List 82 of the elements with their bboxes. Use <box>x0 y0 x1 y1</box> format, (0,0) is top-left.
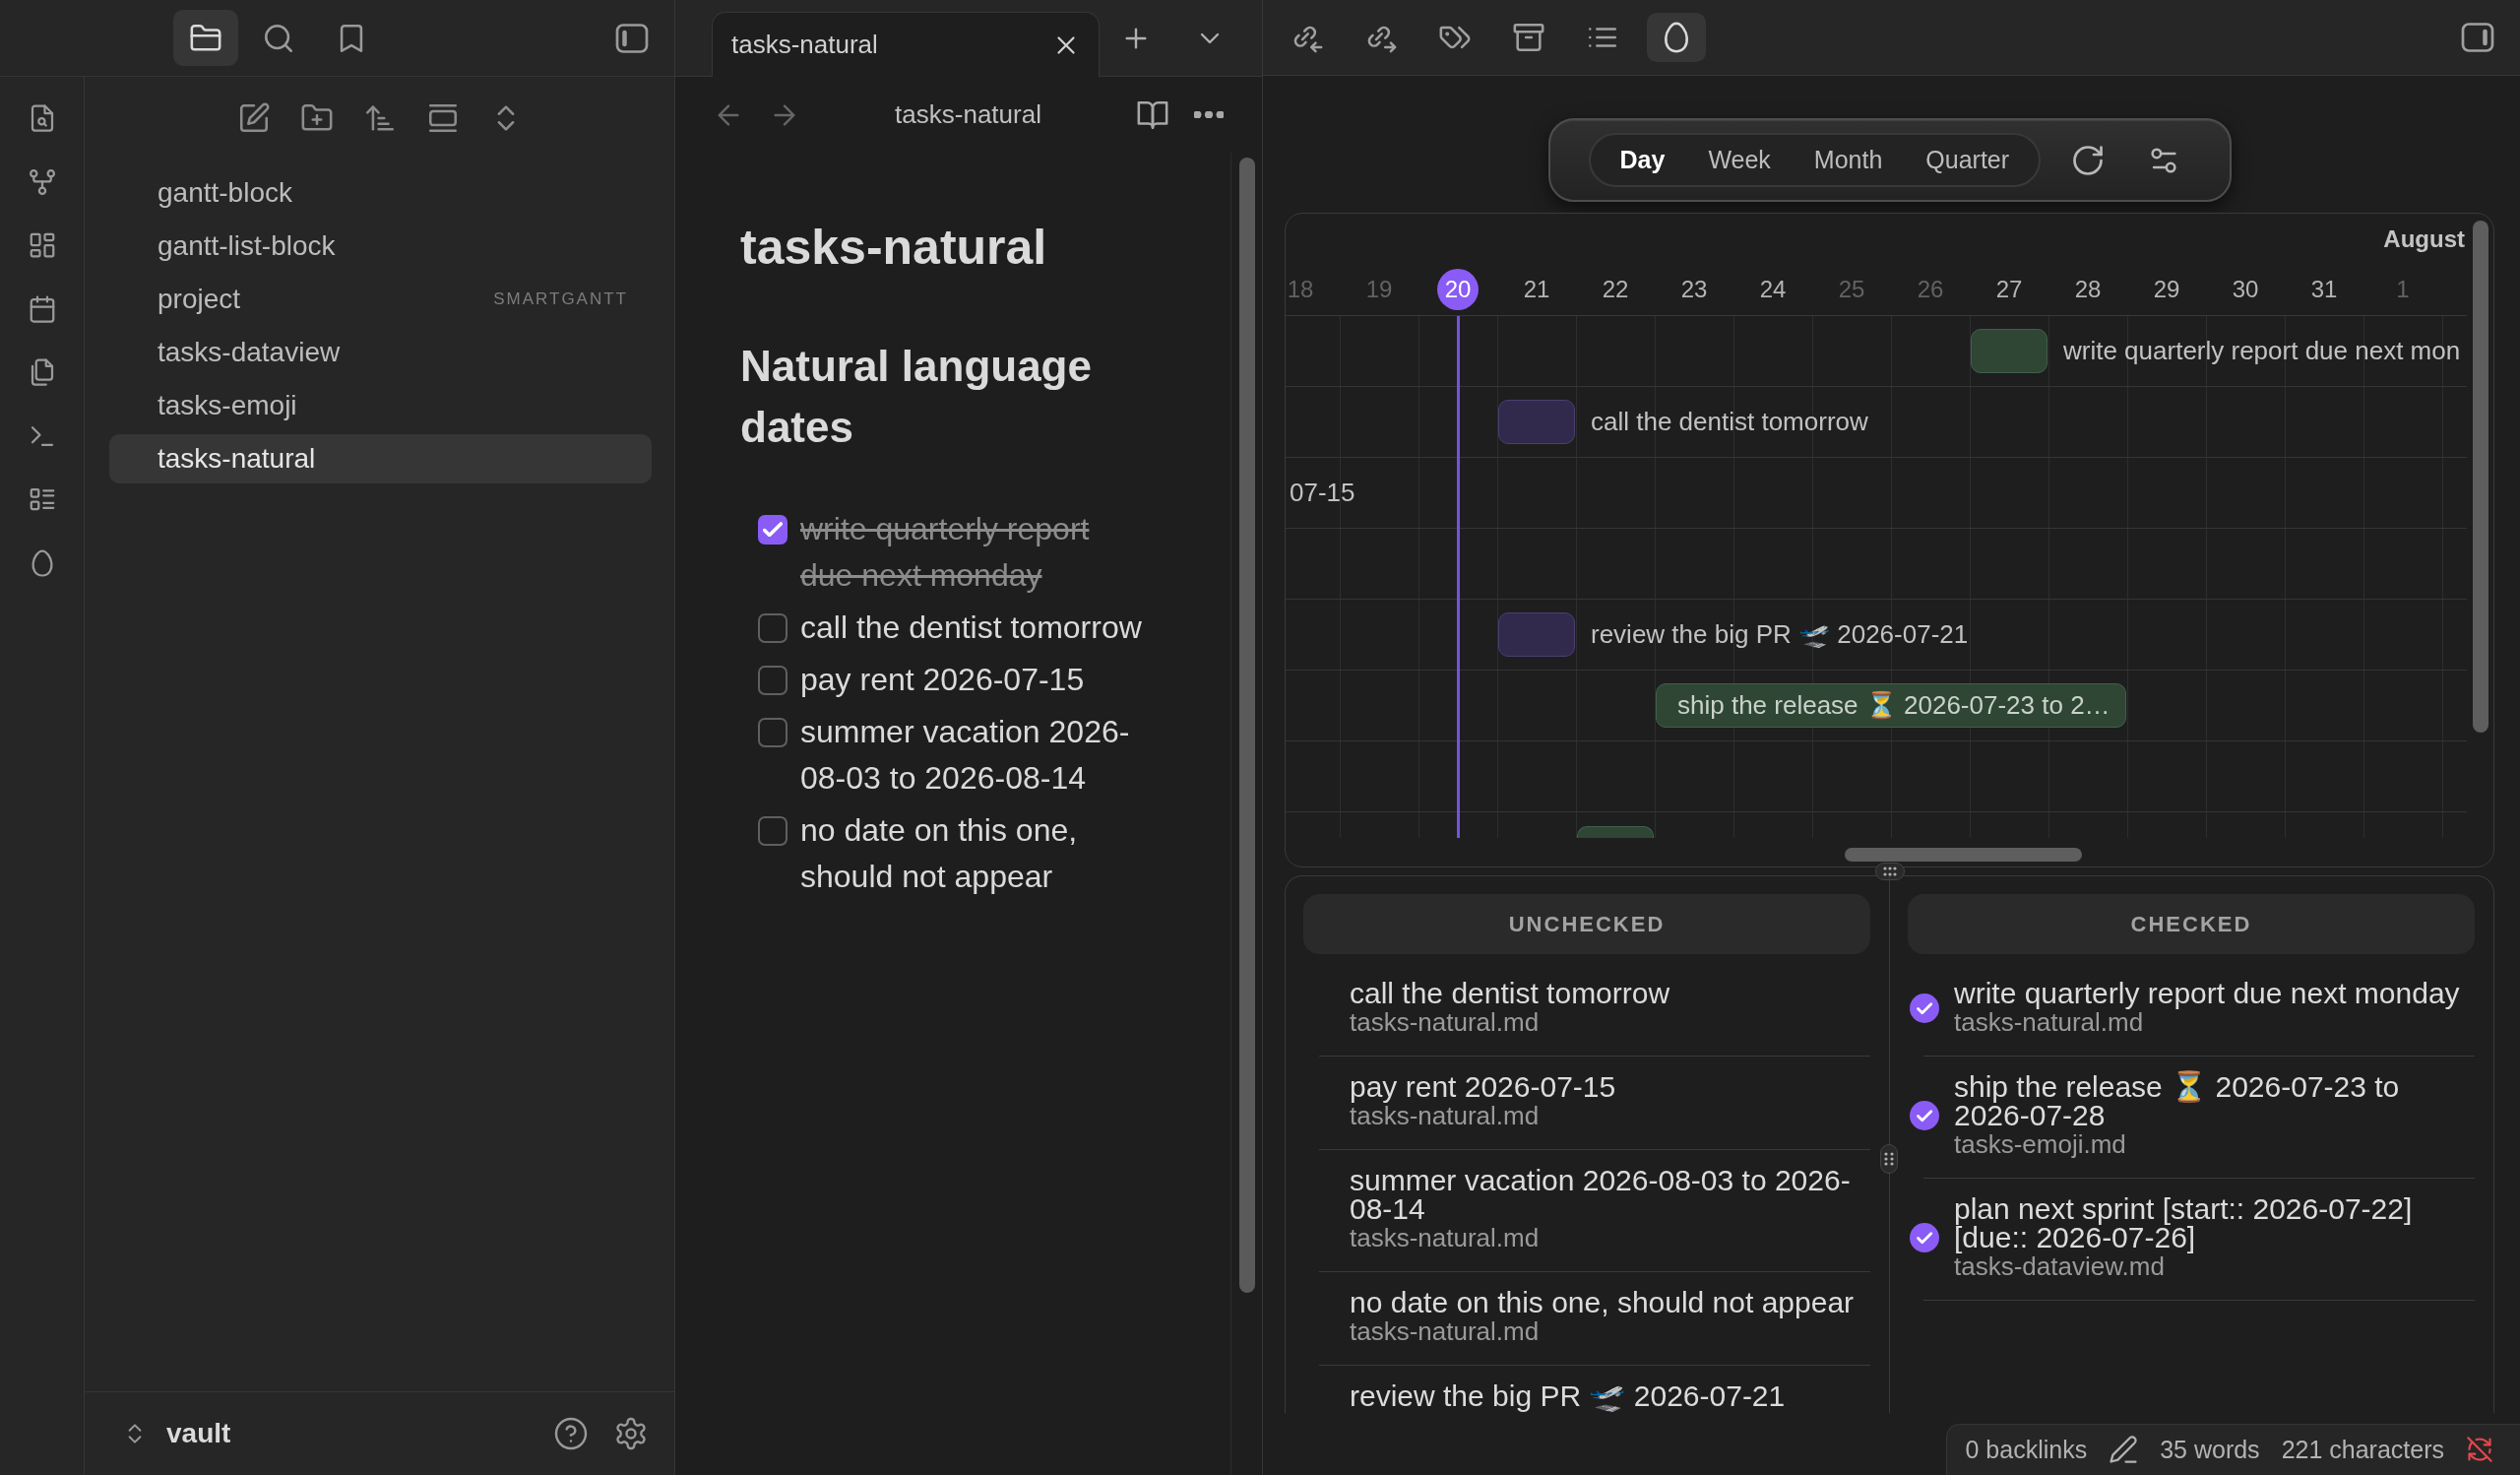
view-option[interactable]: Quarter <box>1904 138 2032 183</box>
check-circle-icon[interactable] <box>1910 993 1939 1023</box>
file-item[interactable]: gantt-block <box>109 168 652 218</box>
day-label: 23 <box>1680 275 1708 303</box>
scrollbar-thumb[interactable] <box>2473 221 2488 734</box>
day-label: 19 <box>1365 275 1393 303</box>
column-header: UNCHECKED <box>1303 894 1870 955</box>
scrollbar-thumb[interactable] <box>1845 848 2082 863</box>
sync-off-icon[interactable] <box>2466 1436 2493 1464</box>
pencil-icon[interactable] <box>2109 1435 2139 1465</box>
day-label: 28 <box>2074 275 2102 303</box>
task-label: call the dentist tomorrow <box>1591 406 1868 439</box>
task-title[interactable]: summer vacation 2026-08-03 to 2026-08-14 <box>1350 1166 1870 1224</box>
day-label: 22 <box>1602 275 1629 303</box>
note-heading: Natural language dates <box>740 341 1093 453</box>
task-label: review the big PR 🛫 2026-07-21 <box>1591 618 1969 652</box>
grip-icon[interactable] <box>1874 863 1905 881</box>
file-tag: SMARTGANTT <box>493 287 628 312</box>
note-title: tasks-natural <box>740 219 1048 277</box>
task-label: write quarterly report due next mon <box>2063 335 2461 368</box>
day-label: 30 <box>2232 275 2259 303</box>
task-text: no date on this one, should not appear <box>800 811 1079 896</box>
day-label: 21 <box>1523 275 1550 303</box>
task-text: write quarterly report due next monday <box>800 510 1091 595</box>
view-option[interactable]: Day <box>1598 138 1687 183</box>
file-item[interactable]: gantt-list-block <box>109 222 652 271</box>
sidebar-toggle-icon[interactable] <box>2460 20 2495 55</box>
scrollbar-thumb[interactable] <box>1239 158 1255 1293</box>
character-count: 221 characters <box>2281 1434 2444 1465</box>
day-label: 1 <box>2396 275 2410 303</box>
column-header: CHECKED <box>1908 894 2475 955</box>
task-text: call the dentist tomorrow <box>800 609 1143 647</box>
view-option[interactable]: Month <box>1792 138 1905 183</box>
file-name: tasks-natural.md <box>1350 1223 1541 1253</box>
file-name: tasks-emoji.md <box>1954 1129 2127 1160</box>
vault-name[interactable]: vault <box>166 1413 231 1454</box>
day-label: 18 <box>1287 275 1314 303</box>
file-item[interactable]: project SMARTGANTT <box>109 275 652 324</box>
task-title[interactable]: no date on this one, should not appear <box>1350 1288 1870 1317</box>
day-label: 31 <box>2310 275 2338 303</box>
checkbox[interactable] <box>758 665 788 695</box>
check-circle-icon[interactable] <box>1910 1223 1939 1253</box>
checkbox[interactable] <box>758 815 788 846</box>
day-label: 24 <box>1759 275 1787 303</box>
task-label: 07-15 <box>1290 477 1355 510</box>
view-title: tasks-natural <box>894 98 1042 131</box>
task-title[interactable]: ship the release ⏳ 2026-07-23 to 2026-07-28 <box>1954 1072 2475 1130</box>
backlinks-count[interactable]: 0 backlinks <box>1965 1431 2088 1469</box>
check-circle-icon[interactable] <box>1910 1101 1939 1131</box>
help-icon[interactable] <box>553 1416 589 1451</box>
check-icon <box>763 522 783 537</box>
archive-icon <box>1512 21 1545 54</box>
file-name: tasks-natural.md <box>1350 1007 1541 1038</box>
task-title[interactable]: plan next sprint [start:: 2026-07-22] [due:: 2026-07-26] <box>1954 1194 2475 1252</box>
task-title[interactable]: write quarterly report due next monday <box>1954 979 2475 1008</box>
file-item[interactable]: tasks-emoji <box>109 381 652 430</box>
day-label: 29 <box>2153 275 2180 303</box>
day-label: 27 <box>1995 275 2023 303</box>
view-option[interactable]: Week <box>1686 138 1793 183</box>
file-item[interactable]: tasks-natural <box>109 434 652 483</box>
file-name: tasks-natural.md <box>1350 1316 1541 1347</box>
month-label: August <box>2383 225 2465 254</box>
editor-tab[interactable]: tasks-natural <box>712 12 1100 77</box>
more-options-icon[interactable] <box>1194 111 1224 118</box>
day-label: 26 <box>1917 275 1944 303</box>
branch-graph-icon[interactable] <box>27 166 57 197</box>
file-explorer-tab[interactable] <box>173 10 238 66</box>
file-item[interactable]: tasks-dataview <box>109 328 652 377</box>
task-title[interactable]: pay rent 2026-07-15 <box>1350 1072 1870 1102</box>
grip-icon[interactable] <box>1880 1144 1898 1175</box>
day-label: 25 <box>1838 275 1865 303</box>
today-marker: 20 <box>1437 268 1479 310</box>
checkbox[interactable] <box>758 514 788 545</box>
checkbox[interactable] <box>758 717 788 747</box>
word-count: 35 words <box>2160 1434 2260 1465</box>
task-title[interactable]: review the big PR 🛫 2026-07-21 <box>1350 1381 1870 1411</box>
task-text: pay rent 2026-07-15 <box>800 661 1086 699</box>
panel-tab[interactable] <box>1647 13 1706 62</box>
checkbox[interactable] <box>758 612 788 643</box>
task-bar: ship the release ⏳ 2026-07-23 to 2… <box>1656 683 2126 729</box>
task-title[interactable]: call the dentist tomorrow <box>1350 979 1870 1008</box>
settings-icon[interactable] <box>613 1416 649 1451</box>
